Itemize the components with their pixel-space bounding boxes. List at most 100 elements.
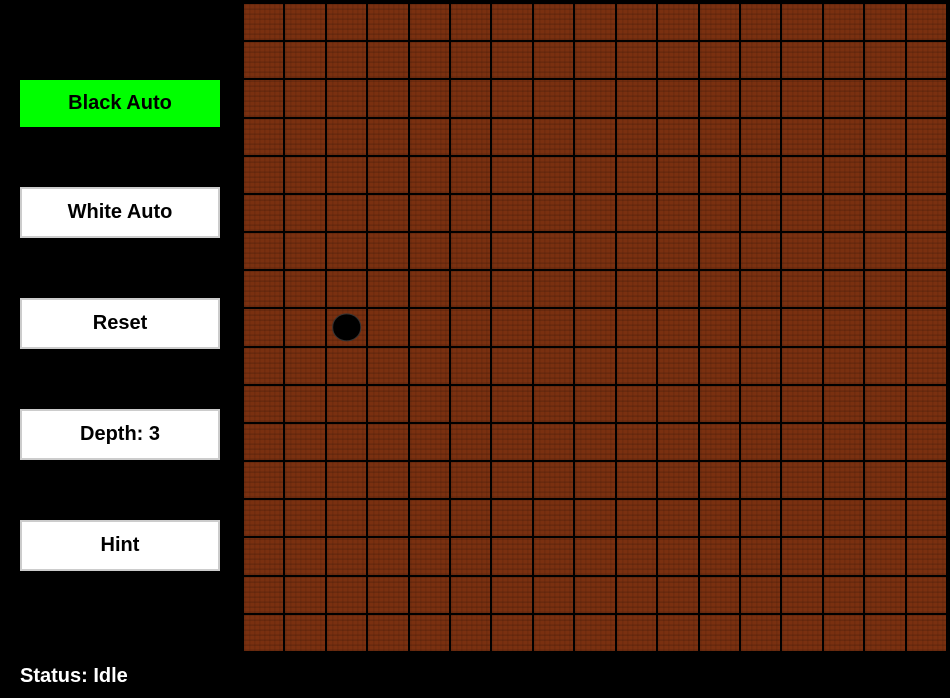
board-cell[interactable] (327, 615, 366, 651)
board-cell[interactable] (492, 577, 531, 613)
board-cell[interactable] (492, 538, 531, 574)
board-cell[interactable] (741, 4, 780, 40)
board-cell[interactable] (534, 615, 573, 651)
board-cell[interactable] (534, 462, 573, 498)
board-cell[interactable] (492, 157, 531, 193)
board-cell[interactable] (658, 500, 697, 536)
board-cell[interactable] (327, 157, 366, 193)
board-cell[interactable] (741, 80, 780, 116)
board-cell[interactable] (327, 462, 366, 498)
board-cell[interactable] (700, 348, 739, 384)
board-cell[interactable] (782, 500, 821, 536)
board-cell[interactable] (451, 4, 490, 40)
board-cell[interactable] (327, 4, 366, 40)
board-cell[interactable] (617, 500, 656, 536)
board-cell[interactable] (410, 233, 449, 269)
white-auto-button[interactable]: White Auto (20, 187, 220, 238)
board-cell[interactable] (700, 424, 739, 460)
board-cell[interactable] (368, 233, 407, 269)
board-cell[interactable] (865, 4, 904, 40)
board-cell[interactable] (327, 42, 366, 78)
board-cell[interactable] (244, 538, 283, 574)
board-cell[interactable] (782, 4, 821, 40)
board-cell[interactable] (824, 386, 863, 422)
board-cell[interactable] (492, 80, 531, 116)
board-cell[interactable] (244, 462, 283, 498)
board-cell[interactable] (700, 386, 739, 422)
board-cell[interactable] (492, 309, 531, 345)
board-cell[interactable] (451, 615, 490, 651)
board-cell[interactable] (741, 157, 780, 193)
board-cell[interactable] (244, 157, 283, 193)
board-cell[interactable] (575, 424, 614, 460)
board-cell[interactable] (824, 157, 863, 193)
board-cell[interactable] (824, 500, 863, 536)
board-cell[interactable] (410, 271, 449, 307)
board-cell[interactable] (782, 157, 821, 193)
board-cell[interactable] (658, 195, 697, 231)
board-cell[interactable] (410, 309, 449, 345)
board-cell[interactable] (327, 309, 366, 345)
board-cell[interactable] (865, 195, 904, 231)
board-cell[interactable] (782, 80, 821, 116)
board-cell[interactable] (658, 577, 697, 613)
board-cell[interactable] (782, 119, 821, 155)
board-cell[interactable] (782, 577, 821, 613)
board-cell[interactable] (327, 348, 366, 384)
board-cell[interactable] (492, 195, 531, 231)
board-cell[interactable] (285, 119, 324, 155)
board-cell[interactable] (368, 271, 407, 307)
board-cell[interactable] (700, 157, 739, 193)
board-cell[interactable] (492, 348, 531, 384)
board-cell[interactable] (534, 271, 573, 307)
board-cell[interactable] (617, 119, 656, 155)
board-cell[interactable] (285, 615, 324, 651)
board-cell[interactable] (534, 500, 573, 536)
board-cell[interactable] (575, 157, 614, 193)
board-cell[interactable] (285, 538, 324, 574)
board-cell[interactable] (451, 348, 490, 384)
board-cell[interactable] (700, 4, 739, 40)
board-cell[interactable] (824, 538, 863, 574)
board-cell[interactable] (824, 4, 863, 40)
board-cell[interactable] (617, 42, 656, 78)
board-cell[interactable] (700, 615, 739, 651)
board-cell[interactable] (907, 119, 946, 155)
board-cell[interactable] (492, 386, 531, 422)
board-cell[interactable] (368, 157, 407, 193)
board-cell[interactable] (824, 615, 863, 651)
board-cell[interactable] (451, 386, 490, 422)
board-cell[interactable] (575, 80, 614, 116)
board-cell[interactable] (907, 271, 946, 307)
board-cell[interactable] (285, 500, 324, 536)
board-cell[interactable] (700, 195, 739, 231)
board-cell[interactable] (575, 348, 614, 384)
board-cell[interactable] (327, 424, 366, 460)
board-cell[interactable] (410, 348, 449, 384)
board-cell[interactable] (658, 462, 697, 498)
board-cell[interactable] (327, 233, 366, 269)
board-cell[interactable] (617, 348, 656, 384)
board-cell[interactable] (741, 424, 780, 460)
board-cell[interactable] (451, 538, 490, 574)
board-cell[interactable] (658, 309, 697, 345)
board-cell[interactable] (617, 462, 656, 498)
board-cell[interactable] (410, 42, 449, 78)
board-cell[interactable] (244, 386, 283, 422)
board-cell[interactable] (658, 4, 697, 40)
board-cell[interactable] (907, 80, 946, 116)
board-cell[interactable] (410, 119, 449, 155)
board-cell[interactable] (865, 462, 904, 498)
board-cell[interactable] (368, 119, 407, 155)
board-cell[interactable] (327, 119, 366, 155)
board-cell[interactable] (907, 195, 946, 231)
board-cell[interactable] (617, 424, 656, 460)
board-cell[interactable] (534, 157, 573, 193)
board-cell[interactable] (368, 615, 407, 651)
board-cell[interactable] (782, 271, 821, 307)
board-cell[interactable] (741, 348, 780, 384)
board-cell[interactable] (700, 462, 739, 498)
board-cell[interactable] (575, 42, 614, 78)
board-cell[interactable] (741, 538, 780, 574)
board-cell[interactable] (492, 4, 531, 40)
